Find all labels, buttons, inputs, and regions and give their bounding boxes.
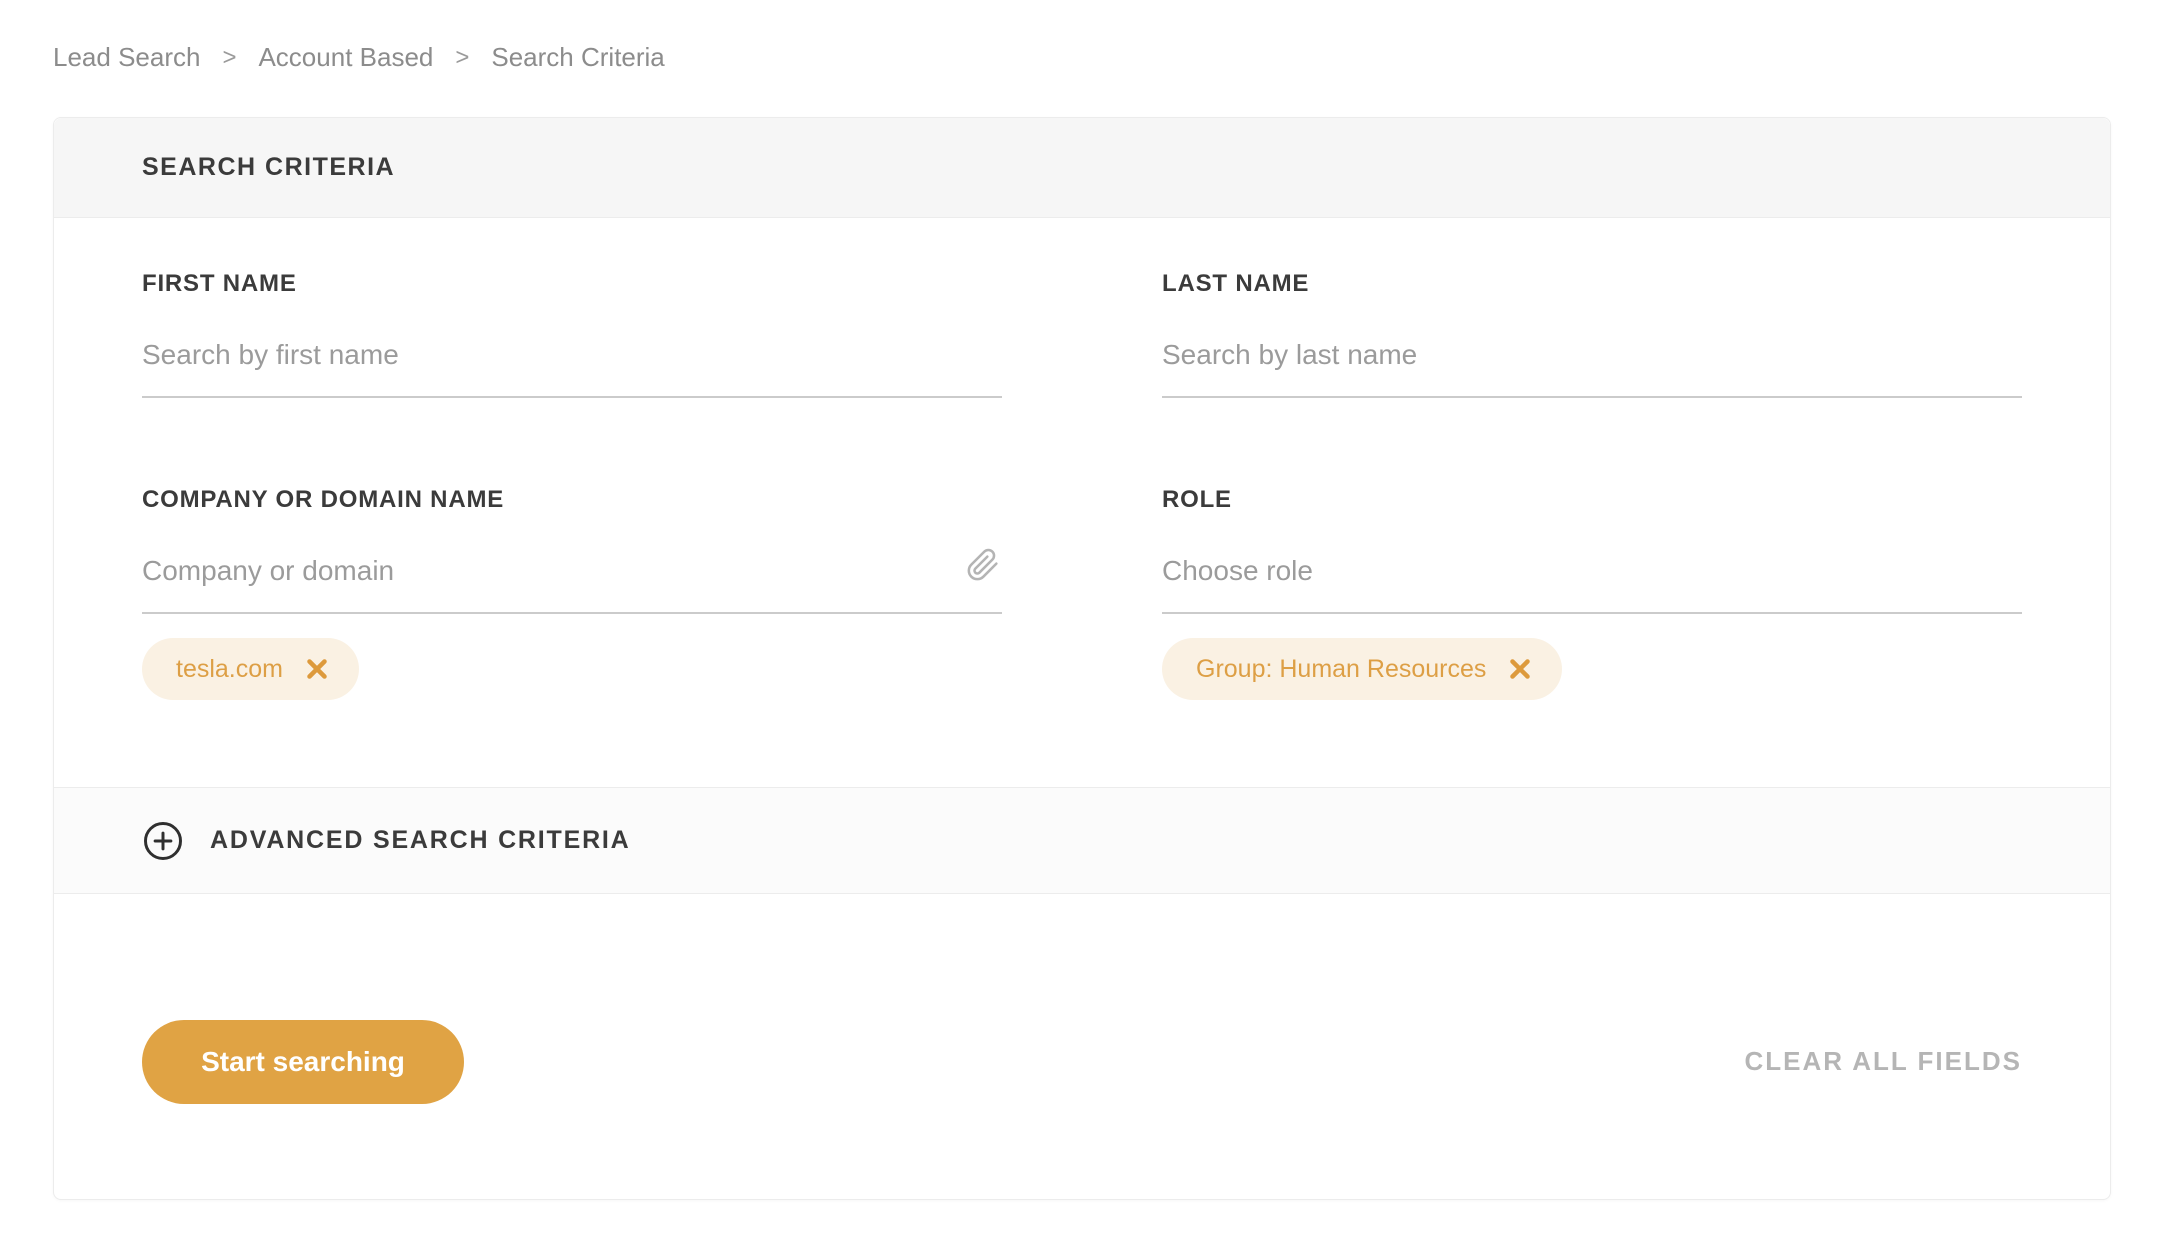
breadcrumb: Lead Search > Account Based > Search Cri… [0, 0, 2164, 73]
breadcrumb-separator: > [222, 43, 237, 71]
tag-label: Group: Human Resources [1196, 654, 1487, 683]
role-input[interactable] [1162, 514, 2022, 614]
role-label: ROLE [1162, 486, 1232, 513]
last-name-field: LAST NAME [1162, 270, 2022, 398]
first-name-label: FIRST NAME [142, 270, 297, 297]
role-field: ROLE [1162, 486, 2022, 614]
company-tag-tesla: tesla.com [142, 638, 359, 700]
breadcrumb-account-based[interactable]: Account Based [258, 42, 433, 73]
advanced-search-label: ADVANCED SEARCH CRITERIA [210, 826, 631, 854]
tag-label: tesla.com [176, 654, 283, 683]
role-tag-human-resources: Group: Human Resources [1162, 638, 1563, 700]
advanced-search-toggle[interactable]: ADVANCED SEARCH CRITERIA [54, 787, 2110, 894]
paperclip-icon[interactable] [966, 548, 1000, 582]
plus-circle-icon[interactable] [142, 820, 184, 862]
last-name-input[interactable] [1162, 298, 2022, 398]
company-field-group: COMPANY OR DOMAIN NAME tesla.com [142, 398, 1002, 700]
breadcrumb-lead-search[interactable]: Lead Search [53, 42, 200, 73]
card-title: SEARCH CRITERIA [142, 153, 396, 181]
first-name-input[interactable] [142, 298, 1002, 398]
search-criteria-card: SEARCH CRITERIA FIRST NAME LAST NAME COM… [53, 117, 2111, 1200]
breadcrumb-separator: > [455, 43, 470, 71]
company-label: COMPANY OR DOMAIN NAME [142, 486, 505, 513]
company-input[interactable] [142, 514, 1002, 614]
start-searching-button[interactable]: Start searching [142, 1019, 464, 1104]
card-footer: Start searching CLEAR ALL FIELDS [54, 894, 2110, 1199]
company-field: COMPANY OR DOMAIN NAME [142, 486, 1002, 614]
company-tags: tesla.com [142, 638, 1002, 700]
last-name-label: LAST NAME [1162, 270, 1310, 297]
remove-tag-icon[interactable] [1508, 657, 1532, 681]
role-tags: Group: Human Resources [1162, 638, 2022, 700]
fields-grid: FIRST NAME LAST NAME COMPANY OR DOMAIN N… [54, 218, 2110, 787]
role-field-group: ROLE Group: Human Resources [1162, 398, 2022, 700]
breadcrumb-search-criteria[interactable]: Search Criteria [491, 42, 664, 73]
card-header: SEARCH CRITERIA [54, 118, 2110, 218]
clear-all-fields-button[interactable]: CLEAR ALL FIELDS [1744, 1046, 2022, 1077]
remove-tag-icon[interactable] [305, 657, 329, 681]
first-name-field: FIRST NAME [142, 270, 1002, 398]
